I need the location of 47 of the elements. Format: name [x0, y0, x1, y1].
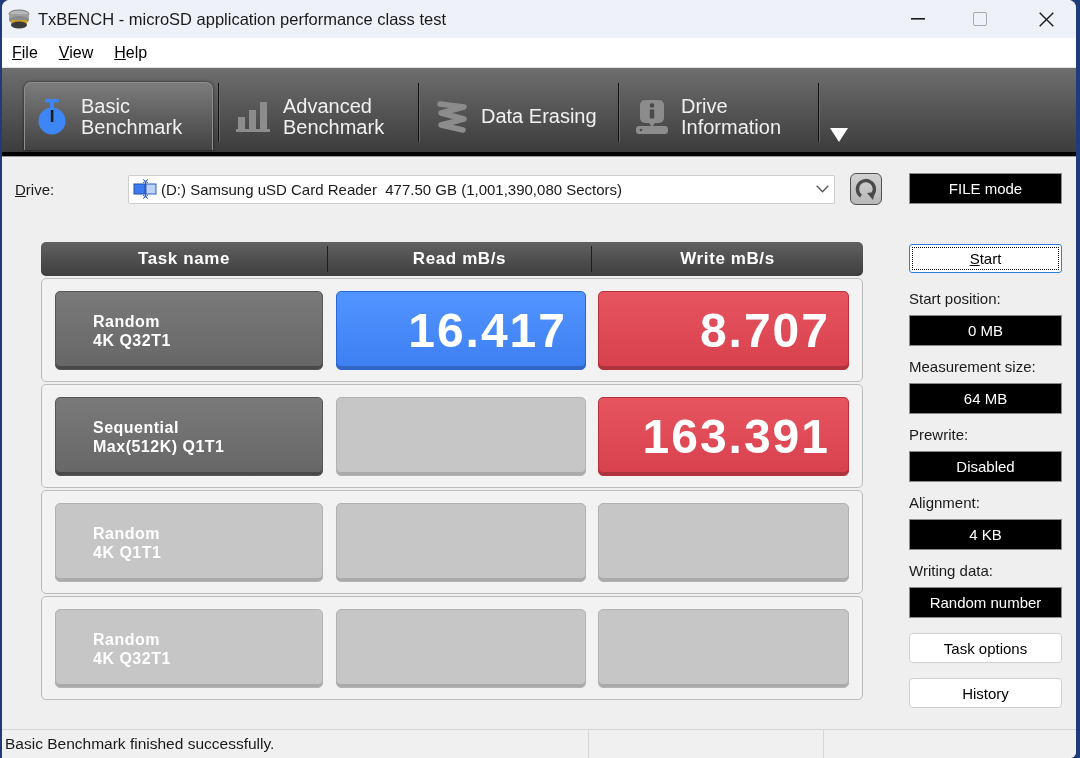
- stopwatch-icon: [37, 98, 67, 135]
- close-icon[interactable]: [1039, 11, 1054, 27]
- triangle-down-icon[interactable]: [830, 128, 848, 142]
- mode-display: FILE mode: [909, 173, 1062, 204]
- toolbar-tab[interactable]: Drive Information: [624, 82, 813, 150]
- drive-label: Drive:: [15, 180, 56, 198]
- refresh-icon: [855, 178, 877, 200]
- chevron-down-icon: [816, 185, 829, 193]
- toolbar-tab[interactable]: Data Erasing: [424, 82, 613, 150]
- status-message: Basic Benchmark finished successfully.: [4, 735, 276, 753]
- toolbar-tab[interactable]: Advanced Benchmark: [224, 82, 413, 150]
- task-name-cell: Random 4K Q32T1: [55, 291, 323, 370]
- setting-label: Writing data:: [909, 562, 994, 580]
- toolbar-tab[interactable]: Basic Benchmark: [24, 82, 213, 150]
- column-header: Read mB/s: [327, 246, 591, 272]
- drive-dropdown[interactable]: (D:) Samsung uSD Card Reader 477.50 GB (1,001,390,080 Sectors): [128, 174, 835, 204]
- window-title: TxBENCH - microSD application performance class test: [38, 9, 447, 29]
- bar-chart-icon: [236, 101, 270, 132]
- task-options-button[interactable]: Task options: [909, 633, 1062, 663]
- menu-item[interactable]: Help: [114, 43, 148, 62]
- write-speed-cell: 163.391: [598, 397, 849, 476]
- minimize-icon[interactable]: [911, 18, 925, 20]
- history-button[interactable]: History: [909, 678, 1062, 708]
- task-name-cell: Sequential Max(512K) Q1T1: [55, 397, 323, 476]
- column-header: Task name: [137, 248, 231, 270]
- setting-value-display: 4 KB: [909, 519, 1062, 550]
- setting-value-display: 0 MB: [909, 315, 1062, 346]
- setting-label: Measurement size:: [909, 358, 1037, 376]
- setting-value-display: Random number: [909, 587, 1062, 618]
- column-header: Write mB/s: [591, 246, 863, 272]
- drive-icon: [133, 179, 157, 199]
- task-name-cell: Random 4K Q1T1: [55, 503, 323, 582]
- setting-label: Alignment:: [909, 494, 981, 512]
- read-speed-cell: 16.417: [336, 291, 586, 370]
- task-name-cell: Random 4K Q32T1: [55, 609, 323, 688]
- start-button[interactable]: Start: [909, 244, 1062, 273]
- refresh-button[interactable]: [850, 173, 882, 205]
- drive-info-icon: [636, 99, 668, 134]
- coil-spring-icon: [436, 99, 468, 134]
- menu-item[interactable]: File: [12, 43, 38, 62]
- disk-stack-icon: [8, 9, 30, 29]
- write-speed-cell: 8.707: [598, 291, 849, 370]
- setting-value-display: Disabled: [909, 451, 1062, 482]
- setting-label: Prewrite:: [909, 426, 970, 444]
- menu-item[interactable]: View: [58, 43, 94, 62]
- setting-label: Start position:: [909, 290, 1002, 308]
- setting-value-display: 64 MB: [909, 383, 1062, 414]
